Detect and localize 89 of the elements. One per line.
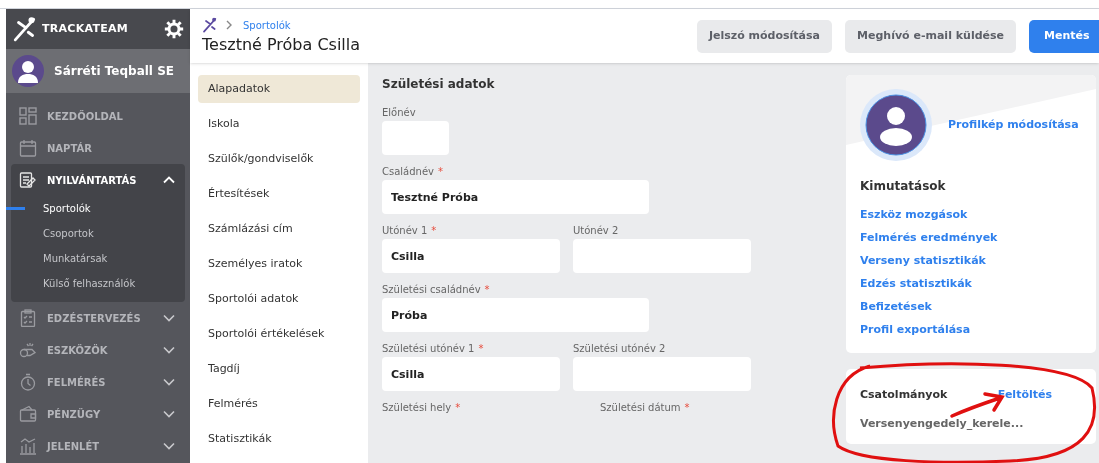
field-label: Születési családnév bbox=[382, 283, 481, 297]
chevron-icon bbox=[226, 20, 233, 30]
section-tab[interactable]: Alapadatok bbox=[198, 75, 360, 103]
report-link[interactable]: Befizetések bbox=[860, 295, 1082, 318]
menu-icon bbox=[19, 405, 37, 423]
menu-item[interactable]: NAPTÁR bbox=[11, 132, 185, 164]
section-title: Csatolmányok bbox=[860, 387, 948, 403]
report-link[interactable]: Profil exportálása bbox=[860, 318, 1082, 341]
header-button[interactable]: Jelszó módosítása bbox=[696, 19, 832, 53]
report-link[interactable]: Edzés statisztikák bbox=[860, 272, 1082, 295]
field-label: Születési dátum bbox=[600, 401, 681, 415]
menu-item[interactable]: FELMÉRÉS bbox=[11, 366, 185, 398]
report-link[interactable]: Felmérés eredmények bbox=[860, 226, 1082, 249]
menu-label: EDZÉSTERVEZÉS bbox=[47, 311, 142, 326]
logo-icon[interactable] bbox=[202, 17, 218, 33]
section-tab[interactable]: Szülők/gondviselők bbox=[198, 145, 360, 173]
menu-item[interactable]: PÉNZÜGY bbox=[11, 398, 185, 430]
menu-label: FELMÉRÉS bbox=[47, 375, 107, 390]
menu-label: NYILVÁNTARTÁS bbox=[47, 173, 138, 188]
field-label: Utónév 1 bbox=[382, 224, 428, 238]
menu-icon bbox=[19, 341, 37, 359]
text-field[interactable]: Próba bbox=[382, 298, 649, 332]
field-label: Előnév bbox=[382, 106, 416, 120]
menu-label: NAPTÁR bbox=[47, 141, 93, 156]
section-tab[interactable]: Számlázási cím bbox=[198, 215, 360, 243]
header-button[interactable]: Meghívó e-mail küldése bbox=[845, 19, 1016, 53]
expand-icon[interactable] bbox=[163, 442, 175, 450]
collapse-icon[interactable] bbox=[163, 176, 175, 184]
section-title: Kimutatások bbox=[860, 178, 947, 195]
menu-item[interactable]: KEZDŐOLDAL bbox=[11, 100, 185, 132]
logo-icon bbox=[12, 16, 38, 42]
menu-item[interactable]: JELENLÉT bbox=[11, 430, 185, 462]
submenu-item[interactable]: Munkatársak bbox=[6, 246, 185, 271]
field-label: Családnév bbox=[382, 165, 434, 179]
expand-icon[interactable] bbox=[163, 314, 175, 322]
avatar-icon bbox=[12, 55, 44, 87]
section-tab[interactable]: Sportolói adatok bbox=[198, 285, 360, 313]
upload-link[interactable]: Feltöltés bbox=[997, 387, 1052, 404]
submenu-item[interactable]: Sportolók bbox=[6, 196, 185, 221]
report-link[interactable]: Eszköz mozgások bbox=[860, 203, 1082, 226]
menu-label: PÉNZÜGY bbox=[47, 407, 102, 422]
text-field[interactable]: Csilla bbox=[382, 357, 560, 391]
menu-icon bbox=[19, 309, 37, 327]
required-mark: * bbox=[684, 401, 690, 415]
expand-icon[interactable] bbox=[163, 378, 175, 386]
section-tab[interactable]: Tagdíj bbox=[198, 355, 360, 383]
menu-label: KEZDŐOLDAL bbox=[47, 109, 124, 124]
required-mark: * bbox=[438, 165, 443, 179]
section-tab[interactable]: Értesítések bbox=[198, 180, 360, 208]
section-title: Születési adatok bbox=[382, 76, 496, 93]
text-field[interactable]: Csilla bbox=[382, 239, 560, 273]
change-picture-link[interactable]: Profilkép módosítása bbox=[948, 116, 1079, 134]
field-label: Születési utónév 1 bbox=[382, 342, 475, 356]
section-tab[interactable]: Sportolói értékelések bbox=[198, 320, 360, 348]
required-mark: * bbox=[484, 283, 490, 297]
section-tab[interactable]: Személyes iratok bbox=[198, 250, 360, 278]
header-button[interactable]: Mentés bbox=[1029, 19, 1099, 53]
page-title: Tesztné Próba Csilla bbox=[202, 34, 361, 56]
menu-label: ESZKÖZÖK bbox=[47, 343, 109, 358]
report-link[interactable]: Verseny statisztikák bbox=[860, 249, 1082, 272]
menu-icon bbox=[19, 437, 37, 455]
breadcrumb-link[interactable]: Sportolók bbox=[243, 17, 291, 33]
menu-item[interactable]: ESZKÖZÖK bbox=[11, 334, 185, 366]
field-label: Utónév 2 bbox=[573, 224, 619, 238]
menu-item[interactable]: EDZÉSTERVEZÉS bbox=[11, 302, 185, 334]
expand-icon[interactable] bbox=[163, 346, 175, 354]
text-field[interactable]: Tesztné Próba bbox=[382, 180, 649, 214]
required-mark: * bbox=[455, 401, 461, 415]
submenu-item[interactable]: Csoportok bbox=[6, 221, 185, 246]
field-label: Születési utónév 2 bbox=[573, 342, 666, 356]
selection-indicator bbox=[6, 207, 25, 210]
required-mark: * bbox=[431, 224, 437, 238]
required-mark: * bbox=[478, 342, 484, 356]
settings-icon[interactable] bbox=[164, 19, 184, 39]
section-tab[interactable]: Iskola bbox=[198, 110, 360, 138]
submenu-item[interactable]: Külső felhasználók bbox=[6, 271, 185, 296]
expand-icon[interactable] bbox=[163, 410, 175, 418]
menu-icon bbox=[19, 373, 37, 391]
menu-icon bbox=[19, 171, 37, 189]
brand-name: TRACKATEAM bbox=[42, 20, 128, 37]
menu-icon bbox=[19, 107, 37, 125]
field-label: Születési hely bbox=[382, 401, 452, 415]
section-tab[interactable]: Felmérés bbox=[198, 390, 360, 418]
club-name: Sárréti Teqball SE bbox=[54, 63, 174, 80]
menu-label: JELENLÉT bbox=[47, 439, 101, 454]
attachment-file-link[interactable]: Versenyengedely_kerele... bbox=[860, 415, 1082, 432]
menu-item[interactable]: NYILVÁNTARTÁS bbox=[11, 164, 185, 196]
menu-icon bbox=[19, 139, 37, 157]
section-tab[interactable]: Statisztikák bbox=[198, 425, 360, 453]
